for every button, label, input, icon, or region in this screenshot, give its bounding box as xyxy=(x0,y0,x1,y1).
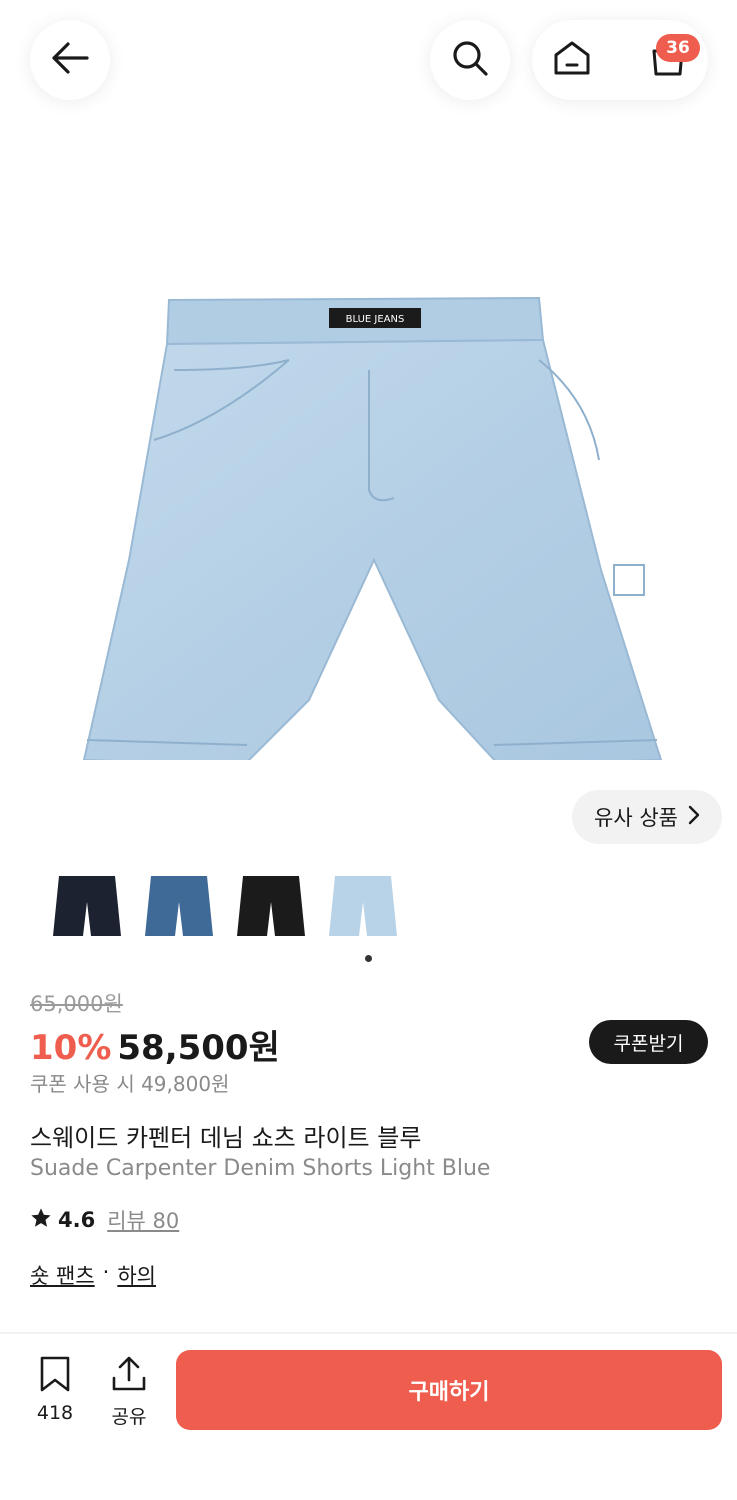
back-arrow-icon xyxy=(51,42,89,78)
similar-products-button[interactable]: 유사 상품 xyxy=(572,790,722,844)
similar-products-label: 유사 상품 xyxy=(594,806,678,830)
product-title-english: Suade Carpenter Denim Shorts Light Blue xyxy=(30,1156,491,1181)
category-separator: · xyxy=(102,1260,110,1284)
home-button[interactable] xyxy=(550,38,594,82)
original-price: 65,000원 xyxy=(30,992,123,1016)
buy-button[interactable]: 구매하기 xyxy=(176,1350,722,1430)
sale-price: 58,500원 xyxy=(117,1028,280,1068)
price-row: 10% 58,500원 xyxy=(30,1020,280,1069)
bottom-action-bar: 418 공유 구매하기 xyxy=(0,1334,737,1500)
product-title-korean: 스웨이드 카펜터 데님 쇼츠 라이트 블루 xyxy=(30,1124,422,1152)
chevron-right-icon xyxy=(688,805,700,830)
bookmark-icon xyxy=(38,1356,72,1396)
thumbnail-navy[interactable] xyxy=(50,866,124,946)
thumbnail-black[interactable] xyxy=(234,866,308,946)
category-breadcrumb: 숏 팬츠 · 하의 xyxy=(30,1260,156,1290)
coupon-price: 쿠폰 사용 시 49,800원 xyxy=(30,1072,230,1096)
share-icon xyxy=(111,1356,147,1396)
thumbnail-light-blue[interactable] xyxy=(326,866,400,946)
discount-rate: 10% xyxy=(30,1028,112,1068)
share-label: 공유 xyxy=(111,1406,147,1428)
rating-value: 4.6 xyxy=(58,1208,96,1232)
thumbnail-mid-blue[interactable] xyxy=(142,866,216,946)
rating-row: 4.6 리뷰 80 xyxy=(30,1205,179,1235)
back-button[interactable] xyxy=(30,20,110,100)
category-shorts-link[interactable]: 숏 팬츠 xyxy=(30,1260,95,1290)
get-coupon-button[interactable]: 쿠폰받기 xyxy=(589,1020,708,1064)
review-link[interactable]: 리뷰 80 xyxy=(107,1205,179,1235)
denim-shorts-image: BLUE JEANS xyxy=(82,296,662,760)
bookmark-button[interactable]: 418 xyxy=(28,1356,82,1428)
cart-count-badge: 36 xyxy=(656,34,700,62)
search-icon xyxy=(451,39,489,81)
category-bottoms-link[interactable]: 하의 xyxy=(117,1260,156,1290)
color-thumbnails xyxy=(50,866,400,946)
home-cart-group: 36 xyxy=(532,20,708,100)
svg-text:BLUE JEANS: BLUE JEANS xyxy=(345,314,404,325)
share-button[interactable]: 공유 xyxy=(102,1356,156,1428)
home-icon xyxy=(553,40,591,80)
star-icon xyxy=(30,1207,52,1234)
top-navigation: 36 xyxy=(0,0,737,140)
bookmark-count: 418 xyxy=(36,1402,74,1424)
carousel-indicator xyxy=(365,955,372,962)
product-image[interactable]: BLUE JEANS xyxy=(0,150,737,830)
search-button[interactable] xyxy=(430,20,510,100)
